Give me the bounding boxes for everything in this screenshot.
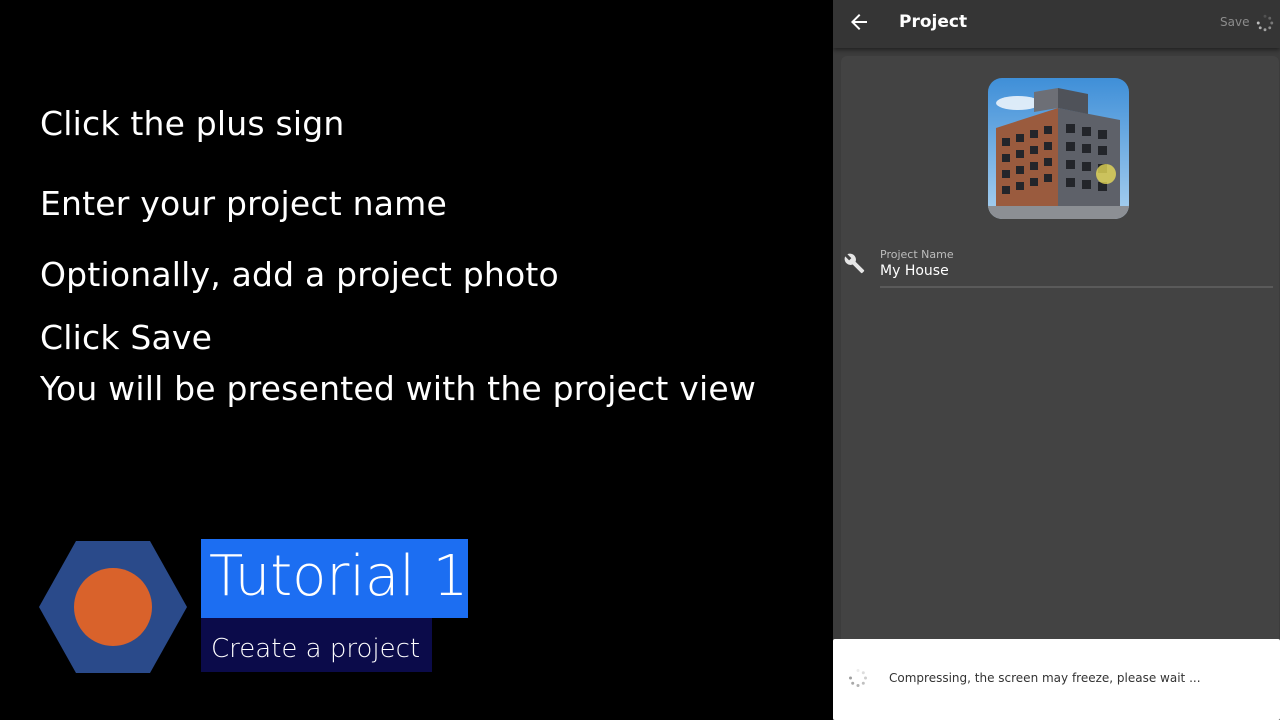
tutorial-title: Tutorial 1 — [201, 539, 468, 618]
step-2: Enter your project name — [40, 184, 447, 223]
tutorial-panel: Click the plus sign Enter your project n… — [0, 0, 833, 720]
project-name-underline — [880, 286, 1273, 288]
spinner-icon — [849, 669, 867, 687]
step-3: Optionally, add a project photo — [40, 255, 559, 294]
compressing-toast: Compressing, the screen may freeze, plea… — [833, 639, 1280, 720]
save-button[interactable]: Save — [1220, 15, 1249, 29]
toast-message: Compressing, the screen may freeze, plea… — [889, 671, 1201, 685]
step-5: You will be presented with the project v… — [40, 369, 757, 408]
project-name-label: Project Name — [880, 248, 954, 261]
tutorial-subtitle: Create a project — [201, 618, 432, 672]
project-name-input[interactable] — [880, 263, 1260, 279]
tools-icon — [844, 253, 865, 274]
project-photo[interactable] — [988, 78, 1129, 219]
step-4: Click Save — [40, 318, 213, 357]
spinner-icon — [1256, 14, 1274, 32]
app-bar: Project Save — [833, 0, 1280, 48]
app-window: Project Save Project Name My House Compr… — [833, 0, 1280, 720]
logo-icon — [39, 541, 187, 673]
arrow-left-icon[interactable] — [847, 10, 871, 34]
page-title: Project — [899, 12, 968, 32]
step-1: Click the plus sign — [40, 104, 345, 143]
